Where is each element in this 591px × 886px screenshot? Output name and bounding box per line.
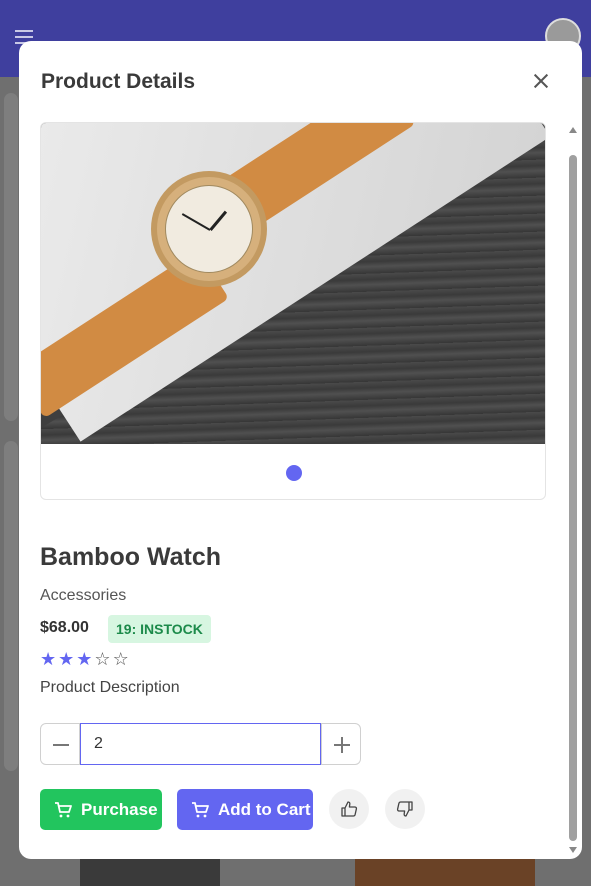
close-icon[interactable] xyxy=(529,69,553,93)
cart-icon xyxy=(55,801,72,817)
stock-badge: 19: INSTOCK xyxy=(108,615,211,643)
rating-stars[interactable]: ★ ★ ★ ☆ ☆ xyxy=(40,649,129,669)
star-empty-icon[interactable]: ☆ xyxy=(94,649,110,669)
thumbs-down-icon xyxy=(396,801,413,817)
product-image xyxy=(80,859,220,886)
like-button[interactable] xyxy=(329,789,369,829)
dislike-button[interactable] xyxy=(385,789,425,829)
scroll-down-arrow-icon[interactable] xyxy=(569,847,577,853)
product-image-gallery xyxy=(40,122,546,500)
product-card xyxy=(4,93,18,421)
purchase-button[interactable]: Purchase xyxy=(40,789,162,830)
cart-icon xyxy=(192,801,209,817)
add-to-cart-label: Add to Cart xyxy=(218,799,311,819)
scroll-up-arrow-icon[interactable] xyxy=(569,127,577,133)
product-price: $68.00 xyxy=(40,619,89,636)
scrollbar[interactable] xyxy=(565,121,581,859)
quantity-stepper xyxy=(40,723,361,765)
dialog-title: Product Details xyxy=(41,70,196,93)
product-image xyxy=(355,859,535,886)
add-to-cart-button[interactable]: Add to Cart xyxy=(177,789,313,830)
minus-icon xyxy=(53,744,69,746)
product-name: Bamboo Watch xyxy=(40,543,222,571)
scrollbar-thumb[interactable] xyxy=(569,155,577,841)
gallery-indicators xyxy=(41,444,545,499)
product-category: Accessories xyxy=(40,587,127,604)
quantity-input[interactable] xyxy=(80,723,321,765)
star-filled-icon[interactable]: ★ xyxy=(76,649,92,669)
product-card xyxy=(4,441,18,771)
purchase-label: Purchase xyxy=(81,799,158,819)
product-details-dialog: Product Details Bamboo Watch Accessories… xyxy=(19,41,582,859)
decrement-button[interactable] xyxy=(40,723,80,765)
star-empty-icon[interactable]: ☆ xyxy=(113,649,129,669)
star-filled-icon[interactable]: ★ xyxy=(40,649,56,669)
product-image xyxy=(41,123,545,444)
thumbs-up-icon xyxy=(341,801,358,817)
gallery-indicator-dot[interactable] xyxy=(286,464,302,481)
increment-button[interactable] xyxy=(321,723,361,765)
star-filled-icon[interactable]: ★ xyxy=(58,649,74,669)
product-description-label: Product Description xyxy=(40,679,180,696)
